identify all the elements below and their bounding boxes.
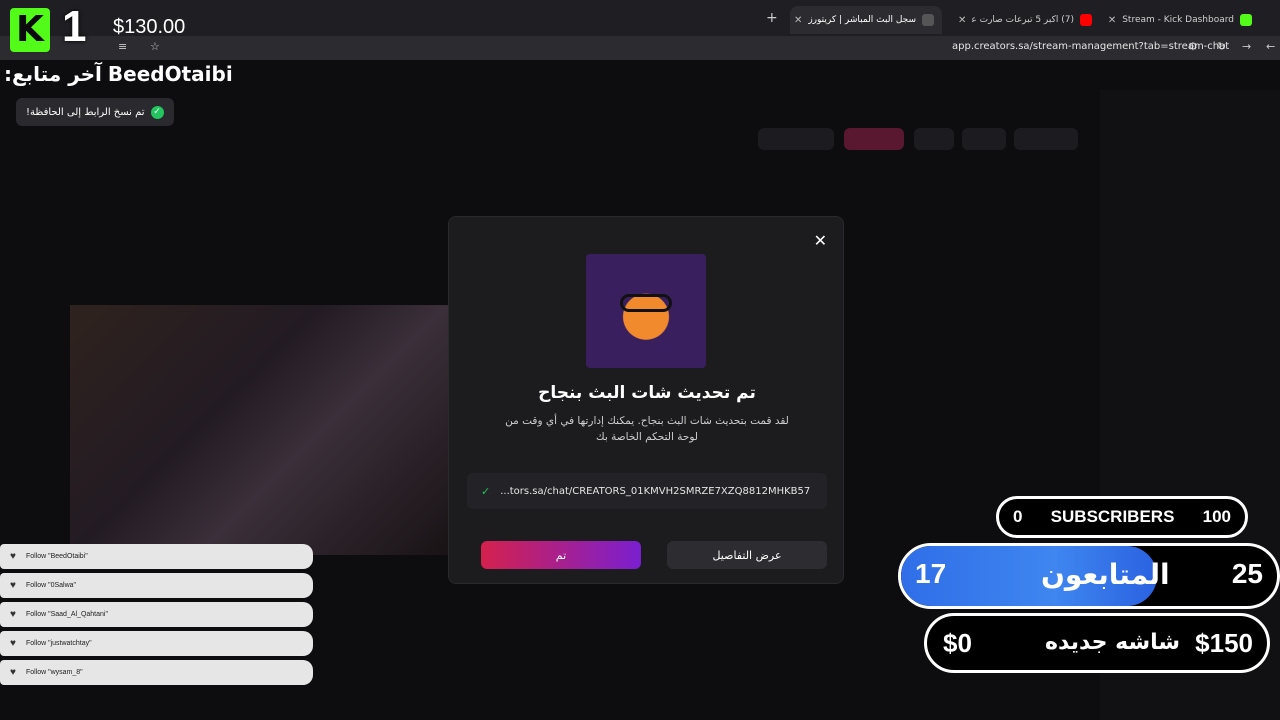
done-button[interactable]: تم (481, 541, 641, 569)
back-icon[interactable]: ← (1266, 40, 1275, 53)
new-tab-button[interactable]: + (766, 10, 778, 26)
creators-favicon-icon (922, 14, 934, 26)
glasses-shape (620, 294, 672, 312)
close-icon[interactable]: ✕ (814, 231, 827, 250)
kick-money: $130.00 (113, 16, 186, 38)
list-item: ♥ Follow "justwatchtay" (0, 631, 313, 656)
stream-preview-video (70, 305, 450, 555)
tab-stream-log[interactable]: سجل البث المباشر | كريتورز ✕ (790, 6, 942, 34)
screen-current: $0 (943, 628, 972, 658)
screen-label: شاشه جديده (1045, 630, 1181, 655)
close-icon[interactable]: ✕ (794, 15, 802, 26)
follow-text: Follow "0Salwa" (25, 582, 77, 589)
list-item: ♥ Follow "wysam_8" (0, 660, 313, 685)
bg-tab (962, 128, 1006, 150)
bg-tab (758, 128, 834, 150)
screen-goal-widget: $0 شاشه جديده $150 (924, 613, 1270, 673)
followers-widget: 17 المتابعون 25 (898, 543, 1280, 609)
last-follower-name: BeedOtaibi (107, 62, 233, 86)
mascot-illustration (586, 254, 706, 368)
modal-title: تم تحديث شات البث بنجاح (538, 383, 756, 403)
followers-current: 17 (915, 558, 947, 589)
tab-kick-dashboard[interactable]: Stream - Kick Dashboard ✕ (1108, 6, 1260, 34)
url-text[interactable]: app.creators.sa/stream-management?tab=st… (952, 41, 1229, 52)
reading-list-icon[interactable]: ≡ (118, 40, 127, 53)
close-icon[interactable]: ✕ (958, 15, 966, 26)
close-icon[interactable]: ✕ (1108, 15, 1116, 26)
check-circle-icon: ✓ (150, 105, 164, 119)
bg-tab (1014, 128, 1078, 150)
subscribers-widget: 0 SUBSCRIBERS 100 (996, 496, 1248, 538)
heart-icon: ♥ (10, 638, 16, 649)
follow-text: Follow "justwatchtay" (25, 640, 92, 647)
kick-favicon-icon (1240, 14, 1252, 26)
followers-goal: 25 (1231, 558, 1263, 589)
follow-text: Follow "Saad_Al_Qahtani" (25, 611, 108, 618)
screen-goal: $150 (1195, 628, 1253, 658)
follow-text: Follow "wysam_8" (25, 669, 83, 676)
toast-text: تم نسخ الرابط إلى الحافظة! (26, 106, 145, 118)
bg-tab-active (844, 128, 904, 150)
tab-title: Stream - Kick Dashboard (1122, 15, 1234, 25)
kick-count: 1 (62, 2, 87, 51)
tab-title: (7) أكبر 5 تبرعات صارت عند اليو... (972, 15, 1074, 25)
heart-icon: ♥ (10, 580, 16, 591)
tab-youtube[interactable]: (7) أكبر 5 تبرعات صارت عند اليو... ✕ (950, 6, 1100, 34)
copied-toast: ✓ تم نسخ الرابط إلى الحافظة! (16, 98, 174, 126)
heart-icon: ♥ (10, 667, 16, 678)
list-item: ♥ Follow "0Salwa" (0, 573, 313, 598)
list-item: ♥ Follow "BeedOtaibi" (0, 544, 313, 569)
browser-tabbar: Stream - Kick Dashboard ✕ (7) أكبر 5 تبر… (0, 0, 1280, 36)
kick-logo: K (10, 8, 50, 52)
subscribers-label: SUBSCRIBERS (1050, 507, 1175, 526)
followers-label: المتابعون (1041, 558, 1170, 591)
success-modal: ✕ تم تحديث شات البث بنجاح لقد قمت بتحديث… (448, 216, 844, 584)
subscribers-goal: 100 (1202, 507, 1231, 526)
bg-tab (914, 128, 954, 150)
follow-text: Follow "BeedOtaibi" (25, 553, 88, 560)
chat-link-field[interactable]: ✓ ...tors.sa/chat/CREATORS_01KMVH2SMRZE7… (467, 473, 827, 509)
chat-link-text: ...tors.sa/chat/CREATORS_01KMVH2SMRZE7XZ… (500, 485, 811, 497)
forward-icon[interactable]: → (1242, 40, 1251, 53)
subscribers-current: 0 (1013, 507, 1023, 526)
follow-alerts-list: ♥ Follow "BeedOtaibi" ♥ Follow "0Salwa" ♥ F… (0, 544, 313, 689)
list-item: ♥ Follow "Saad_Al_Qahtani" (0, 602, 313, 627)
tab-title: سجل البث المباشر | كريتورز (808, 15, 916, 25)
heart-icon: ♥ (10, 551, 16, 562)
check-icon: ✓ (481, 484, 491, 498)
last-follower-label: آخر متابع: (4, 62, 102, 86)
heart-icon: ♥ (10, 609, 16, 620)
modal-description: لقد قمت بتحديث شات البث بنجاح. يمكنك إدا… (505, 415, 789, 443)
view-details-button[interactable]: عرض التفاصيل (667, 541, 827, 569)
youtube-favicon-icon (1080, 14, 1092, 26)
last-follower-banner: آخر متابع: BeedOtaibi (4, 62, 233, 88)
bookmark-star-icon[interactable]: ☆ (150, 40, 160, 53)
